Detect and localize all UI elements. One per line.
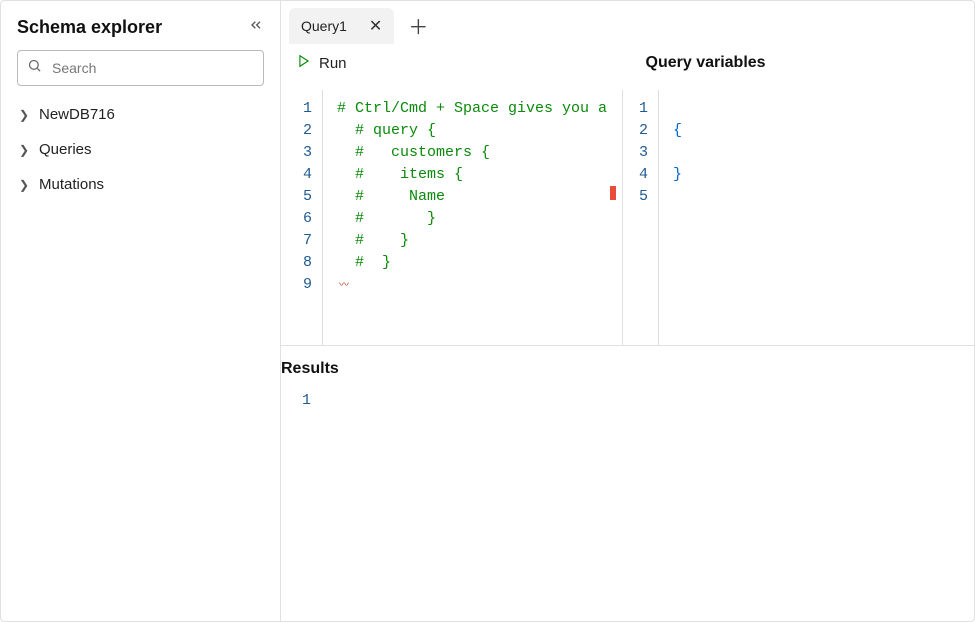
- query-variables-title: Query variables: [644, 54, 959, 82]
- main-area: Query1 ✕ ＋ Run Query variables 12345: [281, 1, 974, 621]
- tree-item-mutations[interactable]: ❯ Mutations: [17, 172, 264, 197]
- tab-label: Query1: [301, 18, 347, 34]
- query-editor[interactable]: 123456789 # Ctrl/Cmd + Space gives you a…: [297, 90, 623, 345]
- query-code[interactable]: # Ctrl/Cmd + Space gives you a # query {…: [322, 90, 622, 345]
- variables-editor[interactable]: 12345 { }: [633, 90, 958, 345]
- tree-item-label: Queries: [39, 141, 92, 158]
- results-gutter: 1: [281, 386, 321, 416]
- chevron-right-icon: ❯: [19, 143, 33, 157]
- collapse-sidebar-icon[interactable]: [248, 17, 264, 38]
- search-icon: [27, 58, 42, 78]
- run-label: Run: [319, 55, 347, 72]
- results-title: Results: [281, 360, 958, 386]
- chevron-right-icon: ❯: [19, 178, 33, 192]
- schema-explorer-sidebar: Schema explorer ❯ NewDB716 ❯ Queries ❯ M…: [1, 1, 281, 621]
- tree-item-label: NewDB716: [39, 106, 115, 123]
- variables-gutter: 12345: [633, 90, 658, 345]
- chevron-right-icon: ❯: [19, 108, 33, 122]
- search-input[interactable]: [17, 50, 264, 86]
- play-icon: [297, 54, 311, 72]
- schema-tree: ❯ NewDB716 ❯ Queries ❯ Mutations: [13, 98, 268, 197]
- query-gutter: 123456789: [297, 90, 322, 345]
- add-tab-button[interactable]: ＋: [400, 7, 436, 44]
- results-panel: Results 1: [281, 345, 974, 621]
- tree-item-label: Mutations: [39, 176, 104, 193]
- sidebar-title: Schema explorer: [17, 17, 162, 38]
- tab-query1[interactable]: Query1 ✕: [289, 8, 394, 44]
- close-tab-icon[interactable]: ✕: [369, 16, 382, 36]
- tree-item-newdb716[interactable]: ❯ NewDB716: [17, 102, 264, 127]
- variables-code[interactable]: { }: [658, 90, 958, 345]
- tree-item-queries[interactable]: ❯ Queries: [17, 137, 264, 162]
- results-code[interactable]: [321, 386, 327, 416]
- toolbar: Run: [281, 44, 628, 90]
- run-button[interactable]: Run: [297, 54, 347, 72]
- error-squiggle: 〰: [337, 281, 348, 292]
- tab-bar: Query1 ✕ ＋: [281, 1, 974, 44]
- cursor-marker: [610, 186, 616, 200]
